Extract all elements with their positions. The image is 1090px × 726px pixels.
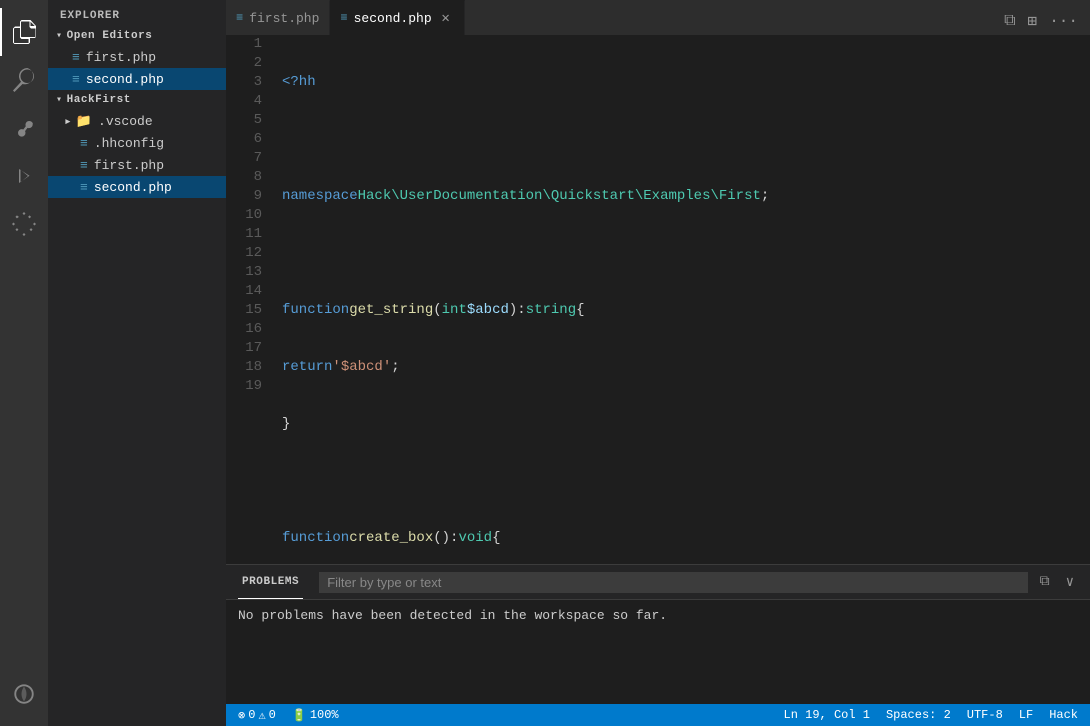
sidebar-file-second-php[interactable]: ≡ second.php bbox=[48, 176, 226, 198]
open-editors-section[interactable]: ▾ Open Editors bbox=[48, 26, 226, 46]
editor-layout-button[interactable]: ⊞ bbox=[1024, 7, 1042, 35]
zoom-level: 100% bbox=[310, 708, 339, 722]
code-content[interactable]: <?hh namespace Hack\UserDocumentation\Qu… bbox=[274, 35, 1090, 564]
encoding-label: UTF-8 bbox=[967, 708, 1003, 722]
activity-bar bbox=[0, 0, 48, 726]
file-icon: ≡ bbox=[72, 50, 80, 65]
line-ending-label: LF bbox=[1019, 708, 1033, 722]
error-icon: ⊗ bbox=[238, 708, 245, 723]
folder-color-icon: 📁 bbox=[76, 114, 92, 129]
collapse-all-button[interactable]: ⧉ bbox=[1036, 572, 1054, 592]
remote-icon[interactable] bbox=[0, 670, 48, 718]
tab-file-icon: ≡ bbox=[236, 11, 243, 25]
problems-tab-label: PROBLEMS bbox=[242, 576, 299, 588]
extensions-icon[interactable] bbox=[0, 200, 48, 248]
problems-filter-input[interactable] bbox=[319, 572, 1027, 593]
sidebar-folder-vscode[interactable]: ▸ 📁 .vscode bbox=[48, 110, 226, 132]
main-area: ≡ first.php ≡ second.php ✕ ⧉ ⊞ ··· 12345… bbox=[226, 0, 1090, 726]
tab-first-php[interactable]: ≡ first.php bbox=[226, 0, 330, 35]
search-icon[interactable] bbox=[0, 56, 48, 104]
tab-close-button[interactable]: ✕ bbox=[438, 10, 454, 26]
error-count: 0 bbox=[248, 708, 255, 722]
sidebar-file-label: second.php bbox=[86, 72, 164, 87]
split-editor-button[interactable]: ⧉ bbox=[1000, 8, 1019, 34]
problems-tab[interactable]: PROBLEMS bbox=[238, 565, 303, 599]
file-icon: ≡ bbox=[72, 72, 80, 87]
hackfirst-label: HackFirst bbox=[67, 94, 131, 106]
spaces-label: Spaces: 2 bbox=[886, 708, 951, 722]
tab-second-php[interactable]: ≡ second.php ✕ bbox=[330, 0, 464, 35]
status-left: ⊗ 0 ⚠ 0 🔋 100% bbox=[234, 704, 343, 726]
file-icon: ≡ bbox=[80, 158, 88, 173]
status-right: Ln 19, Col 1 Spaces: 2 UTF-8 LF Hack bbox=[780, 704, 1082, 726]
sidebar-file-first-php-editor[interactable]: ≡ first.php bbox=[48, 46, 226, 68]
close-panel-button[interactable]: ∨ bbox=[1062, 572, 1078, 593]
cursor-position[interactable]: Ln 19, Col 1 bbox=[780, 704, 874, 726]
language-status[interactable]: Hack bbox=[1045, 704, 1082, 726]
problems-body: No problems have been detected in the wo… bbox=[226, 600, 1090, 704]
problems-panel: PROBLEMS ⧉ ∨ No problems have been detec… bbox=[226, 564, 1090, 704]
sidebar: Explorer ▾ Open Editors ≡ first.php ≡ se… bbox=[48, 0, 226, 726]
debug-icon[interactable] bbox=[0, 152, 48, 200]
spaces-status[interactable]: Spaces: 2 bbox=[882, 704, 955, 726]
file-icon: ≡ bbox=[80, 180, 88, 195]
line-numbers: 12345 678910 1112131415 16171819 bbox=[226, 35, 274, 564]
panel-header: PROBLEMS ⧉ ∨ bbox=[226, 565, 1090, 600]
open-editors-chevron: ▾ bbox=[56, 30, 63, 42]
file-label: second.php bbox=[94, 180, 172, 195]
zoom-status[interactable]: 🔋 100% bbox=[288, 704, 343, 726]
hackfirst-section[interactable]: ▾ HackFirst bbox=[48, 90, 226, 110]
file-icon: ≡ bbox=[80, 136, 88, 151]
sidebar-file-second-php-editor[interactable]: ≡ second.php bbox=[48, 68, 226, 90]
files-icon[interactable] bbox=[0, 8, 48, 56]
zoom-icon: 🔋 bbox=[292, 708, 307, 723]
warning-icon: ⚠ bbox=[258, 708, 265, 723]
status-bar: ⊗ 0 ⚠ 0 🔋 100% Ln 19, Col 1 Spaces: 2 UT… bbox=[226, 704, 1090, 726]
tab-actions: ⧉ ⊞ ··· bbox=[992, 7, 1090, 35]
no-problems-message: No problems have been detected in the wo… bbox=[238, 608, 667, 623]
tab-label: first.php bbox=[249, 11, 319, 26]
file-label: first.php bbox=[94, 158, 164, 173]
sidebar-file-label: first.php bbox=[86, 50, 156, 65]
folder-label: .vscode bbox=[98, 114, 153, 129]
encoding-status[interactable]: UTF-8 bbox=[963, 704, 1007, 726]
source-control-icon[interactable] bbox=[0, 104, 48, 152]
tab-bar: ≡ first.php ≡ second.php ✕ ⧉ ⊞ ··· bbox=[226, 0, 1090, 35]
hackfirst-chevron: ▾ bbox=[56, 94, 63, 106]
errors-status[interactable]: ⊗ 0 ⚠ 0 bbox=[234, 704, 280, 726]
folder-icon: ▸ bbox=[64, 114, 72, 129]
sidebar-file-hhconfig[interactable]: ≡ .hhconfig bbox=[48, 132, 226, 154]
position-label: Ln 19, Col 1 bbox=[784, 708, 870, 722]
tab-label: second.php bbox=[354, 11, 432, 26]
file-label: .hhconfig bbox=[94, 136, 164, 151]
sidebar-header: Explorer bbox=[48, 0, 226, 26]
warning-count: 0 bbox=[269, 708, 276, 722]
language-label: Hack bbox=[1049, 708, 1078, 722]
more-actions-button[interactable]: ··· bbox=[1045, 8, 1082, 34]
line-ending-status[interactable]: LF bbox=[1015, 704, 1037, 726]
open-editors-label: Open Editors bbox=[67, 30, 153, 42]
tab-file-icon: ≡ bbox=[340, 11, 347, 25]
sidebar-file-first-php[interactable]: ≡ first.php bbox=[48, 154, 226, 176]
code-editor[interactable]: 12345 678910 1112131415 16171819 <?hh na… bbox=[226, 35, 1090, 564]
